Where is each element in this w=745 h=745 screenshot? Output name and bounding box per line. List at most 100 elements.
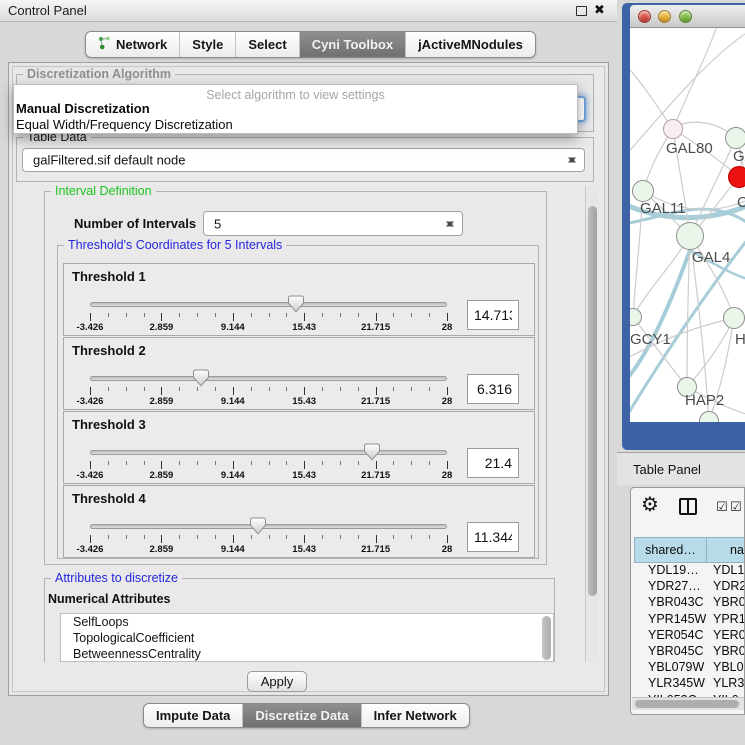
control-panel-titlebar: Control Panel ✖	[0, 0, 617, 22]
threshold-4-slider[interactable]: -3.4262.8599.14415.4321.71528	[90, 518, 447, 558]
slider-tick	[322, 461, 323, 465]
stepper-icon[interactable]	[446, 217, 455, 230]
slider-tick	[161, 313, 162, 321]
threshold-4-value-input[interactable]	[467, 522, 519, 552]
close-panel-icon[interactable]: ✖	[594, 2, 605, 18]
tab-infer-network[interactable]: Infer Network	[361, 704, 469, 727]
slider-tick	[197, 535, 198, 539]
network-node-label: GCY1	[630, 331, 671, 348]
slider-tick	[322, 313, 323, 317]
slider-tick	[393, 313, 394, 317]
threshold-1-slider[interactable]: -3.4262.8599.14415.4321.71528	[90, 296, 447, 336]
network-node[interactable]	[725, 127, 745, 149]
table-cell: YPR145W	[634, 612, 706, 628]
slider-track[interactable]	[90, 302, 447, 307]
float-window-icon[interactable]	[576, 6, 587, 16]
tab-impute-data[interactable]: Impute Data	[144, 704, 242, 727]
slider-tick	[411, 387, 412, 391]
table-row[interactable]: YDR27…YDR2	[634, 579, 745, 595]
table-h-scrollbar[interactable]	[632, 697, 745, 710]
stepper-icon[interactable]	[568, 154, 577, 167]
slider-tick-label: 9.144	[221, 396, 245, 407]
table-row[interactable]: YBR045CYBR0	[634, 644, 745, 660]
slider-tick-label: 28	[442, 470, 453, 481]
slider-track[interactable]	[90, 450, 447, 455]
num-intervals-label: Number of Intervals	[74, 216, 196, 231]
threshold-3-slider[interactable]: -3.4262.8599.14415.4321.71528	[90, 444, 447, 484]
slider-tick	[126, 387, 127, 391]
slider-tick	[358, 535, 359, 539]
tab-discretize-data[interactable]: Discretize Data	[242, 704, 360, 727]
table-data-selected: galFiltered.sif default node	[33, 153, 185, 168]
table-row[interactable]: YER054CYER0	[634, 628, 745, 644]
slider-tick	[304, 313, 305, 321]
close-button[interactable]	[638, 10, 651, 23]
slider-tick	[393, 461, 394, 465]
table-row[interactable]: YBL079WYBL0	[634, 660, 745, 676]
threshold-4-label: Threshold 4	[72, 491, 146, 506]
slider-thumb[interactable]	[364, 443, 380, 461]
slider-tick	[429, 461, 430, 465]
network-node[interactable]	[632, 180, 654, 202]
table-cell: YBL079W	[634, 660, 706, 676]
network-node[interactable]	[676, 222, 704, 250]
table-h-scrollbar-thumb[interactable]	[635, 700, 739, 708]
attribute-item[interactable]: TopologicalCoefficient	[61, 630, 553, 646]
slider-ticks	[90, 460, 447, 469]
table-row[interactable]: YLR345WYLR3	[634, 676, 745, 692]
table-data-combobox[interactable]: galFiltered.sif default node	[22, 148, 585, 172]
slider-tick	[447, 387, 448, 395]
tab-select[interactable]: Select	[235, 32, 298, 57]
threshold-1-value-input[interactable]	[467, 300, 519, 330]
column-header-name[interactable]: na	[706, 537, 745, 563]
list-scrollbar[interactable]	[542, 616, 551, 660]
algorithm-placeholder: Select algorithm to view settings	[14, 88, 577, 102]
menu-item-manual-discretization[interactable]: Manual Discretization	[16, 101, 150, 116]
slider-tick-labels: -3.4262.8599.14415.4321.71528	[90, 470, 447, 482]
minimize-button[interactable]	[658, 10, 671, 23]
panel-scrollbar-thumb[interactable]	[588, 206, 597, 596]
slider-thumb[interactable]	[250, 517, 266, 535]
slider-tick	[126, 461, 127, 465]
threshold-2-value-input[interactable]	[467, 374, 519, 404]
group-title-interval-definition: Interval Definition	[51, 186, 156, 198]
network-node[interactable]	[728, 166, 745, 188]
slider-tick	[393, 387, 394, 391]
zoom-button[interactable]	[679, 10, 692, 23]
slider-tick	[144, 461, 145, 465]
slider-track[interactable]	[90, 376, 447, 381]
num-intervals-combobox[interactable]: 5	[203, 211, 463, 236]
tab-cyni-toolbox[interactable]: Cyni Toolbox	[299, 32, 405, 57]
network-window-titlebar[interactable]	[630, 5, 745, 28]
column-header-shared-name[interactable]: shared…	[634, 537, 707, 563]
slider-tick	[108, 313, 109, 317]
panel-scrollbar[interactable]	[585, 186, 598, 662]
gear-icon[interactable]: ⚙	[641, 492, 659, 517]
tab-style[interactable]: Style	[179, 32, 235, 57]
split-columns-icon[interactable]	[679, 498, 697, 515]
apply-button[interactable]: Apply	[247, 671, 307, 692]
threshold-2-slider[interactable]: -3.4262.8599.14415.4321.71528	[90, 370, 447, 410]
group-title-thresholds: Threshold's Coordinates for 5 Intervals	[64, 238, 286, 252]
checkbox-icon[interactable]: ☑	[716, 499, 728, 515]
table-row[interactable]: YBR043CYBR0	[634, 595, 745, 611]
checkbox-icon[interactable]: ☑	[730, 499, 742, 515]
slider-tick	[447, 461, 448, 469]
attribute-item[interactable]: SelfLoops	[61, 614, 553, 630]
threshold-3-value-input[interactable]	[467, 448, 519, 478]
slider-tick	[286, 313, 287, 317]
network-node[interactable]	[663, 119, 683, 139]
menu-item-equal-width-frequency[interactable]: Equal Width/Frequency Discretization	[16, 117, 233, 132]
tab-network[interactable]: Network	[86, 32, 179, 57]
slider-thumb[interactable]	[193, 369, 209, 387]
network-node[interactable]	[723, 307, 745, 329]
tab-jactivemnodules[interactable]: jActiveMNodules	[405, 32, 535, 57]
slider-thumb[interactable]	[288, 295, 304, 313]
table-row[interactable]: YPR145WYPR1	[634, 612, 745, 628]
table-row[interactable]: YDL19…YDL1	[634, 563, 745, 579]
slider-tick	[304, 535, 305, 543]
slider-track[interactable]	[90, 524, 447, 529]
network-canvas[interactable]: GAL80GACGAL11GAL4GCY1HHAP2	[630, 28, 745, 422]
attribute-item[interactable]: BetweennessCentrality	[61, 646, 553, 662]
numerical-attributes-list[interactable]: SelfLoopsTopologicalCoefficientBetweenne…	[60, 613, 554, 662]
